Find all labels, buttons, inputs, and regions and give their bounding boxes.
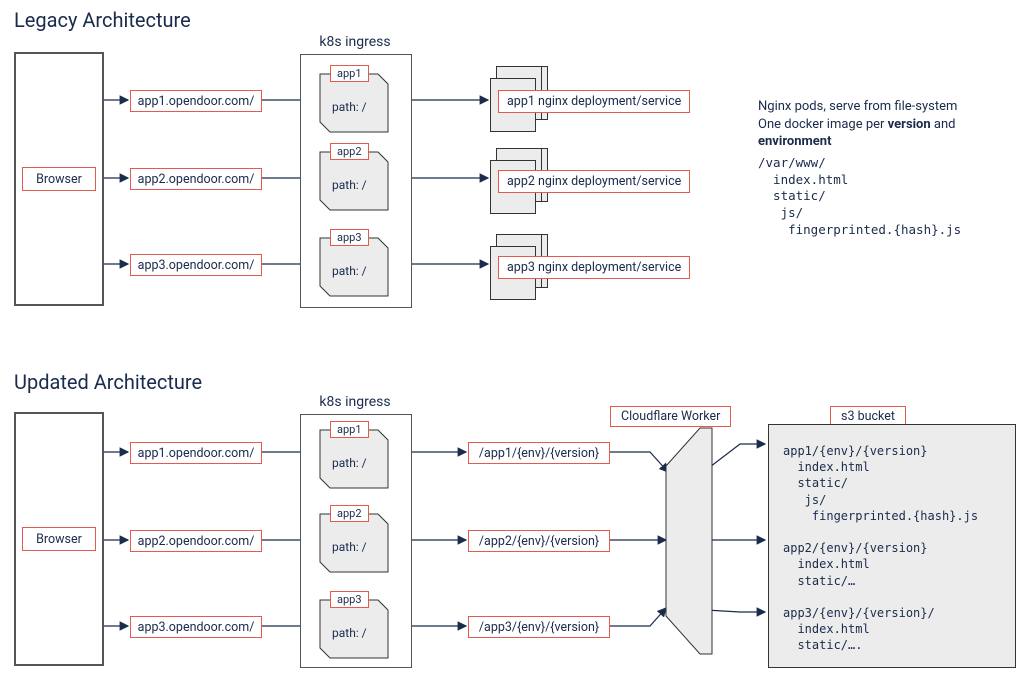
- updated-ingress-app3-path: path: /: [332, 626, 367, 640]
- legacy-ingress-app3-path: path: /: [332, 264, 367, 278]
- updated-rewrite-1: /app1/{env}/{version}: [468, 442, 610, 464]
- legacy-notes-line2b: and: [931, 117, 956, 132]
- legacy-notes-line2: One docker image per version and: [758, 116, 1018, 134]
- legacy-ingress-app1: app1 path: /: [318, 72, 390, 134]
- legacy-url-2: app2.opendoor.com/: [130, 168, 262, 190]
- legacy-notes-line1: Nginx pods, serve from file-system: [758, 98, 1018, 116]
- legacy-ingress-app1-label: app1: [330, 65, 369, 82]
- legacy-ingress-title: k8s ingress: [300, 34, 410, 50]
- legacy-url-1: app1.opendoor.com/: [130, 90, 262, 112]
- updated-url-2: app2.opendoor.com/: [130, 530, 262, 552]
- legacy-url-3: app3.opendoor.com/: [130, 254, 262, 276]
- legacy-ingress-app1-path: path: /: [332, 100, 367, 114]
- diagram-stage: Legacy Architecture Browser app1.opendoo…: [0, 0, 1024, 683]
- cf-worker-label: Cloudflare Worker: [610, 406, 731, 427]
- legacy-deploy-2: app2 nginx deployment/service: [498, 170, 690, 193]
- legacy-title: Legacy Architecture: [14, 8, 191, 32]
- updated-url-3: app3.opendoor.com/: [130, 616, 262, 638]
- legacy-ingress-app2-path: path: /: [332, 178, 367, 192]
- s3-bucket: app1/{env}/{version} index.html static/ …: [768, 424, 1016, 668]
- updated-ingress-app2-path: path: /: [332, 540, 367, 554]
- legacy-notes-environment: environment: [758, 134, 832, 149]
- legacy-deploy-1: app1 nginx deployment/service: [498, 90, 690, 113]
- legacy-browser-frame: Browser: [14, 52, 104, 306]
- cf-worker-shape: [664, 426, 714, 660]
- legacy-ingress-app2: app2 path: /: [318, 150, 390, 212]
- updated-ingress-app3-label: app3: [330, 591, 369, 608]
- s3-content: app1/{env}/{version} index.html static/ …: [783, 443, 978, 653]
- updated-ingress-app1: app1 path: /: [318, 428, 390, 490]
- legacy-notes-version: version: [888, 117, 931, 132]
- legacy-ingress-app3: app3 path: /: [318, 236, 390, 298]
- updated-rewrite-2: /app2/{env}/{version}: [468, 530, 610, 552]
- updated-browser-label: Browser: [22, 527, 96, 551]
- updated-browser-frame: Browser: [14, 412, 104, 666]
- updated-ingress-app1-label: app1: [330, 421, 369, 438]
- legacy-browser-label: Browser: [22, 167, 96, 191]
- updated-ingress-app2: app2 path: /: [318, 512, 390, 574]
- updated-ingress-app1-path: path: /: [332, 456, 367, 470]
- updated-ingress-title: k8s ingress: [300, 394, 410, 410]
- updated-url-1: app1.opendoor.com/: [130, 442, 262, 464]
- legacy-ingress-app3-label: app3: [330, 229, 369, 246]
- legacy-notes-line2a: One docker image per: [758, 117, 888, 132]
- updated-ingress-app3: app3 path: /: [318, 598, 390, 660]
- legacy-notes: Nginx pods, serve from file-system One d…: [758, 98, 1018, 239]
- updated-title: Updated Architecture: [14, 370, 202, 394]
- updated-rewrite-3: /app3/{env}/{version}: [468, 616, 610, 638]
- legacy-ingress-app2-label: app2: [330, 143, 369, 160]
- updated-ingress-app2-label: app2: [330, 505, 369, 522]
- legacy-deploy-3: app3 nginx deployment/service: [498, 256, 690, 279]
- legacy-notes-code: /var/www/ index.html static/ js/ fingerp…: [758, 155, 1018, 239]
